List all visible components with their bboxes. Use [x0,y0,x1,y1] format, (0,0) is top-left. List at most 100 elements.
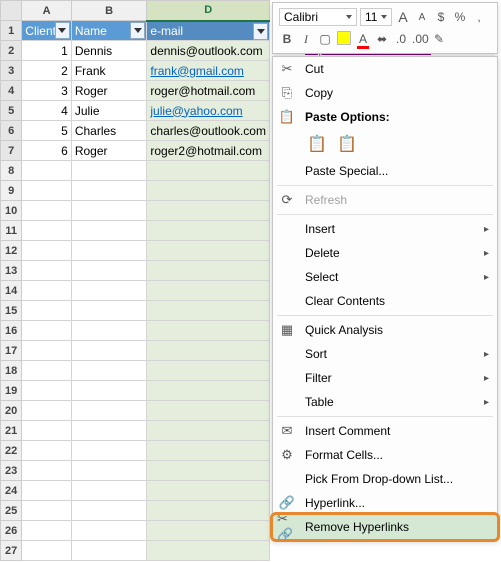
cell[interactable] [71,301,147,321]
paste-option-default[interactable]: 📋 [305,132,329,156]
merge-button[interactable]: ⬌ [374,32,390,46]
bold-button[interactable]: B [279,32,295,46]
cell[interactable] [22,161,72,181]
cell[interactable] [71,441,147,461]
cell[interactable] [147,421,270,441]
table-header-name[interactable]: Name [71,21,147,41]
cell[interactable] [147,341,270,361]
menu-remove-hyperlinks[interactable]: ✂🔗Remove Hyperlinks [273,515,497,539]
row-header[interactable]: 14 [1,281,22,301]
cell[interactable] [71,241,147,261]
filter-dropdown-icon[interactable] [130,22,145,39]
cell[interactable] [147,501,270,521]
shrink-font-button[interactable]: A [414,12,430,23]
row-header[interactable]: 4 [1,81,22,101]
cell[interactable] [22,341,72,361]
comma-button[interactable]: , [471,10,487,24]
paste-option-values[interactable]: 📋 [335,132,359,156]
cell[interactable] [22,541,72,561]
cell[interactable] [22,481,72,501]
cell[interactable] [22,241,72,261]
row-header[interactable]: 23 [1,461,22,481]
row-header[interactable]: 1 [1,21,22,41]
row-header[interactable]: 21 [1,421,22,441]
row-header[interactable]: 18 [1,361,22,381]
cell[interactable] [147,241,270,261]
increase-decimal-button[interactable]: .00 [412,32,428,46]
cell[interactable]: 4 [22,101,72,121]
row-header[interactable]: 15 [1,301,22,321]
row-header[interactable]: 11 [1,221,22,241]
cell[interactable] [147,381,270,401]
menu-cut[interactable]: ✂Cut [273,57,497,81]
cell[interactable] [71,181,147,201]
select-all-corner[interactable] [1,1,22,21]
menu-pick-list[interactable]: Pick From Drop-down List... [273,467,497,491]
cell[interactable] [71,421,147,441]
cell[interactable] [22,301,72,321]
row-header[interactable]: 8 [1,161,22,181]
cell[interactable] [71,401,147,421]
menu-filter[interactable]: Filter [273,366,497,390]
row-header[interactable]: 13 [1,261,22,281]
menu-table[interactable]: Table [273,390,497,414]
cell[interactable]: 2 [22,61,72,81]
menu-sort[interactable]: Sort [273,342,497,366]
menu-clear-contents[interactable]: Clear Contents [273,289,497,313]
cell[interactable] [71,541,147,561]
cell[interactable]: 1 [22,41,72,61]
menu-insert-comment[interactable]: ✉Insert Comment [273,419,497,443]
cell[interactable] [22,321,72,341]
cell[interactable] [147,281,270,301]
cell[interactable] [71,521,147,541]
filter-dropdown-icon[interactable] [55,22,70,39]
cell[interactable] [22,501,72,521]
table-header-client[interactable]: Client# [22,21,72,41]
cell[interactable] [71,321,147,341]
menu-select[interactable]: Select [273,265,497,289]
cell[interactable] [22,221,72,241]
cell[interactable]: 6 [22,141,72,161]
row-header[interactable]: 25 [1,501,22,521]
format-painter-button[interactable]: ✎ [431,32,447,46]
cell[interactable] [147,461,270,481]
font-color-button[interactable]: A [355,32,371,46]
cell[interactable]: Frank [71,61,147,81]
menu-quick-analysis[interactable]: ▦Quick Analysis [273,318,497,342]
cell[interactable] [71,381,147,401]
row-header[interactable]: 12 [1,241,22,261]
cell[interactable]: Julie [71,101,147,121]
cell[interactable] [147,321,270,341]
cell[interactable]: Dennis [71,41,147,61]
row-header[interactable]: 3 [1,61,22,81]
cell-email[interactable]: julie@yahoo.com [147,101,270,121]
row-header[interactable]: 24 [1,481,22,501]
grow-font-button[interactable]: A [395,9,411,25]
cell[interactable] [71,281,147,301]
cell[interactable] [71,201,147,221]
cell[interactable]: Charles [71,121,147,141]
font-family-select[interactable]: Calibri [279,8,357,26]
row-header[interactable]: 16 [1,321,22,341]
cell[interactable] [71,361,147,381]
cell[interactable] [147,261,270,281]
cell[interactable] [147,161,270,181]
cell[interactable] [22,461,72,481]
row-header[interactable]: 19 [1,381,22,401]
row-header[interactable]: 7 [1,141,22,161]
cell[interactable] [147,401,270,421]
italic-button[interactable]: I [298,32,314,47]
border-button[interactable]: ▢ [317,32,333,46]
col-header-d[interactable]: D [147,1,270,21]
cell[interactable] [22,401,72,421]
cell[interactable] [22,261,72,281]
percent-button[interactable]: % [452,10,468,24]
menu-paste-special[interactable]: Paste Special... [273,159,497,183]
cell[interactable]: Roger [71,141,147,161]
col-header-b[interactable]: B [71,1,147,21]
cell[interactable] [71,501,147,521]
menu-hyperlink[interactable]: 🔗Hyperlink... [273,491,497,515]
cell[interactable]: 3 [22,81,72,101]
menu-insert[interactable]: Insert [273,217,497,241]
cell[interactable] [147,301,270,321]
